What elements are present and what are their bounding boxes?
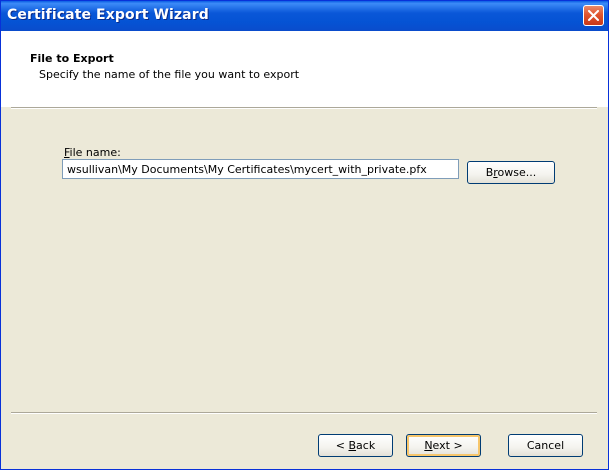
cancel-button[interactable]: Cancel bbox=[508, 434, 583, 457]
cancel-label: Cancel bbox=[526, 439, 565, 452]
file-name-label: File name: bbox=[64, 146, 121, 159]
next-button[interactable]: Next > bbox=[406, 434, 481, 457]
file-name-label-text: ile name: bbox=[69, 146, 121, 159]
title-bar[interactable]: Certificate Export Wizard bbox=[1, 1, 608, 31]
close-icon bbox=[588, 10, 599, 21]
file-name-input[interactable] bbox=[62, 159, 459, 179]
back-label-pre: < bbox=[335, 439, 349, 452]
browse-label-post: owse... bbox=[497, 166, 537, 179]
window-title: Certificate Export Wizard bbox=[7, 7, 209, 23]
next-label-accelerator: N bbox=[424, 439, 433, 452]
browse-button[interactable]: Browse... bbox=[467, 161, 555, 184]
back-button[interactable]: < Back bbox=[318, 434, 393, 457]
next-label-post: ext > bbox=[432, 439, 463, 452]
header-subtitle: Specify the name of the file you want to… bbox=[39, 68, 300, 81]
header-title: File to Export bbox=[30, 52, 114, 65]
back-label-post: ack bbox=[356, 439, 376, 452]
header-divider bbox=[11, 107, 597, 109]
footer-divider bbox=[11, 412, 597, 414]
close-button[interactable] bbox=[583, 5, 604, 26]
certificate-export-wizard-window: Certificate Export Wizard File to Export… bbox=[0, 0, 609, 470]
back-label-accelerator: B bbox=[348, 439, 357, 452]
wizard-header: File to Export Specify the name of the f… bbox=[1, 31, 608, 107]
